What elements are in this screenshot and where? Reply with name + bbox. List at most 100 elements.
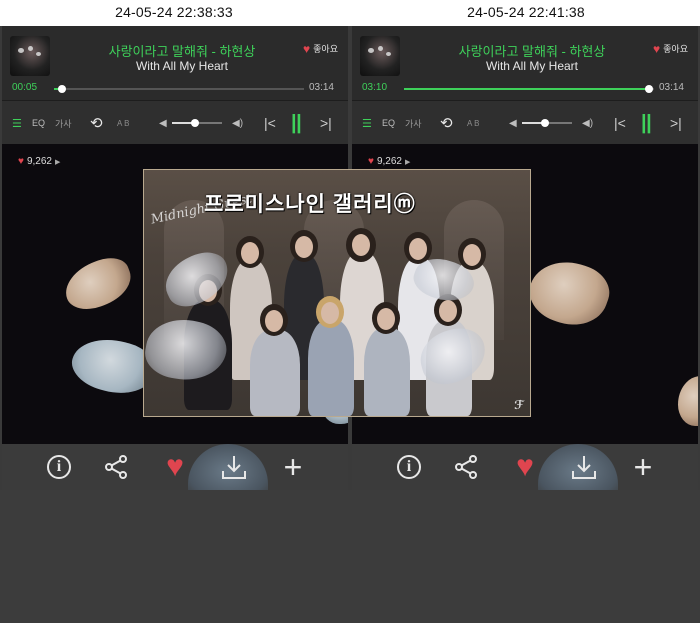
favorite-button[interactable]: ♥ bbox=[158, 450, 192, 484]
playlist-button[interactable]: ☰ bbox=[362, 101, 372, 145]
rose bbox=[521, 250, 617, 336]
next-icon: >| bbox=[670, 115, 682, 131]
share-button[interactable] bbox=[99, 450, 133, 484]
share-icon bbox=[105, 455, 127, 479]
total-time: 03:14 bbox=[658, 82, 684, 93]
heart-icon: ♥ bbox=[303, 41, 311, 56]
ab-repeat-button[interactable]: A B bbox=[467, 101, 479, 145]
volume-slider[interactable] bbox=[522, 119, 572, 127]
like-toggle[interactable]: ♥ 좋아요 bbox=[303, 42, 338, 55]
like-toggle[interactable]: ♥ 좋아요 bbox=[653, 42, 688, 55]
chevron-right-icon: ▶ bbox=[54, 158, 61, 166]
heart-icon: ♥ bbox=[653, 41, 661, 56]
current-time: 03:10 bbox=[362, 82, 388, 93]
petal bbox=[58, 251, 138, 317]
seek-bar[interactable] bbox=[54, 85, 304, 93]
album-art[interactable] bbox=[360, 36, 400, 76]
volume-thumb[interactable] bbox=[540, 119, 549, 127]
previous-button[interactable]: |< bbox=[264, 101, 276, 145]
pause-button[interactable]: | | bbox=[641, 101, 652, 145]
heart-icon: ♥ bbox=[166, 450, 184, 483]
share-button[interactable] bbox=[449, 450, 483, 484]
volume-down-button[interactable]: ◀ bbox=[509, 101, 517, 145]
download-icon bbox=[572, 456, 596, 479]
song-subtitle: With All My Heart bbox=[135, 59, 228, 73]
overlay-title: 프로미스나인 갤러리ⓜ bbox=[204, 193, 416, 216]
lyrics-button[interactable]: 가사 bbox=[55, 101, 72, 145]
like-count[interactable]: ♥ 9,262 ▶ bbox=[18, 156, 60, 167]
info-button[interactable]: i bbox=[42, 450, 76, 484]
like-label: 좋아요 bbox=[313, 44, 338, 54]
volume-down-icon: ◀ bbox=[509, 117, 517, 129]
eq-button[interactable]: EQ bbox=[32, 101, 45, 145]
volume-up-icon: ◀) bbox=[582, 117, 594, 129]
song-title[interactable]: 사랑이라고 말해줘 - 하현상 bbox=[412, 41, 652, 60]
like-count-value: 9,262 bbox=[376, 156, 402, 167]
volume-down-icon: ◀ bbox=[159, 117, 167, 129]
like-count[interactable]: ♥ 9,262 ▶ bbox=[368, 156, 410, 167]
repeat-button[interactable]: ⟲ bbox=[90, 101, 103, 145]
download-button[interactable] bbox=[567, 450, 601, 484]
ab-label: A B bbox=[117, 118, 130, 128]
eq-label: EQ bbox=[32, 118, 46, 128]
volume-up-button[interactable]: ◀) bbox=[582, 101, 593, 145]
ab-label: A B bbox=[467, 118, 480, 128]
add-button[interactable]: + bbox=[276, 450, 310, 484]
eq-label: EQ bbox=[382, 118, 396, 128]
seek-bar[interactable] bbox=[404, 85, 654, 93]
lyrics-button[interactable]: 가사 bbox=[405, 101, 422, 145]
info-button[interactable]: i bbox=[392, 450, 426, 484]
next-button[interactable]: >| bbox=[320, 101, 332, 145]
song-title[interactable]: 사랑이라고 말해줘 - 하현상 bbox=[62, 41, 302, 60]
playlist-icon: ☰ bbox=[12, 117, 22, 130]
action-bar: i ♥ + bbox=[2, 444, 348, 490]
next-icon: >| bbox=[320, 115, 332, 131]
info-icon: i bbox=[47, 455, 71, 479]
current-time: 00:05 bbox=[12, 82, 38, 93]
ab-repeat-button[interactable]: A B bbox=[117, 101, 129, 145]
seek-thumb[interactable] bbox=[57, 85, 66, 93]
volume-up-icon: ◀) bbox=[232, 117, 244, 129]
seek-fill bbox=[404, 88, 649, 90]
pause-button[interactable]: | | bbox=[291, 101, 302, 145]
timestamp-left: 24-05-24 22:38:33 bbox=[115, 4, 233, 20]
favorite-button[interactable]: ♥ bbox=[508, 450, 542, 484]
playlist-button[interactable]: ☰ bbox=[12, 101, 22, 145]
heart-icon: ♥ bbox=[516, 450, 534, 483]
chevron-right-icon: ▶ bbox=[404, 158, 411, 166]
previous-button[interactable]: |< bbox=[614, 101, 626, 145]
seek-thumb[interactable] bbox=[645, 85, 653, 93]
eq-button[interactable]: EQ bbox=[382, 101, 395, 145]
screenshot-header: 24-05-24 22:38:33 24-05-24 22:41:38 bbox=[0, 0, 700, 26]
lyrics-label: 가사 bbox=[405, 118, 422, 129]
album-art[interactable] bbox=[10, 36, 50, 76]
volume-up-button[interactable]: ◀) bbox=[232, 101, 243, 145]
like-label: 좋아요 bbox=[663, 44, 688, 54]
download-button[interactable] bbox=[217, 450, 251, 484]
repeat-icon: ⟲ bbox=[440, 115, 453, 132]
volume-down-button[interactable]: ◀ bbox=[159, 101, 167, 145]
heart-icon: ♥ bbox=[18, 156, 24, 167]
track-info: 사랑이라고 말해줘 - 하현상 With All My Heart ♥ 좋아요 … bbox=[352, 26, 698, 100]
pause-icon: | | bbox=[291, 111, 302, 134]
repeat-button[interactable]: ⟲ bbox=[440, 101, 453, 145]
track-info: 사랑이라고 말해줘 - 하현상 With All My Heart ♥ 좋아요 … bbox=[2, 26, 348, 100]
next-button[interactable]: >| bbox=[670, 101, 682, 145]
playlist-icon: ☰ bbox=[362, 117, 372, 130]
timestamp-right: 24-05-24 22:41:38 bbox=[467, 4, 585, 20]
gallery-overlay-image: Midnight Guest 프로미스나인 갤러리ⓜ ℱ bbox=[143, 169, 531, 417]
like-count-value: 9,262 bbox=[26, 156, 52, 167]
control-bar: ☰ EQ 가사 ⟲ A B ◀ ◀) |< | | >| bbox=[352, 100, 698, 146]
volume-slider[interactable] bbox=[172, 119, 222, 127]
volume-thumb[interactable] bbox=[190, 119, 199, 127]
progress-row: 03:10 03:14 bbox=[352, 80, 698, 96]
previous-icon: |< bbox=[614, 115, 626, 131]
empty-area bbox=[0, 490, 700, 623]
heart-icon: ♥ bbox=[368, 156, 374, 167]
control-bar: ☰ EQ 가사 ⟲ A B ◀ ◀) |< | | >| bbox=[2, 100, 348, 146]
plus-icon: + bbox=[633, 449, 653, 485]
previous-icon: |< bbox=[264, 115, 276, 131]
info-icon: i bbox=[397, 455, 421, 479]
lyrics-label: 가사 bbox=[55, 118, 72, 129]
add-button[interactable]: + bbox=[626, 450, 660, 484]
